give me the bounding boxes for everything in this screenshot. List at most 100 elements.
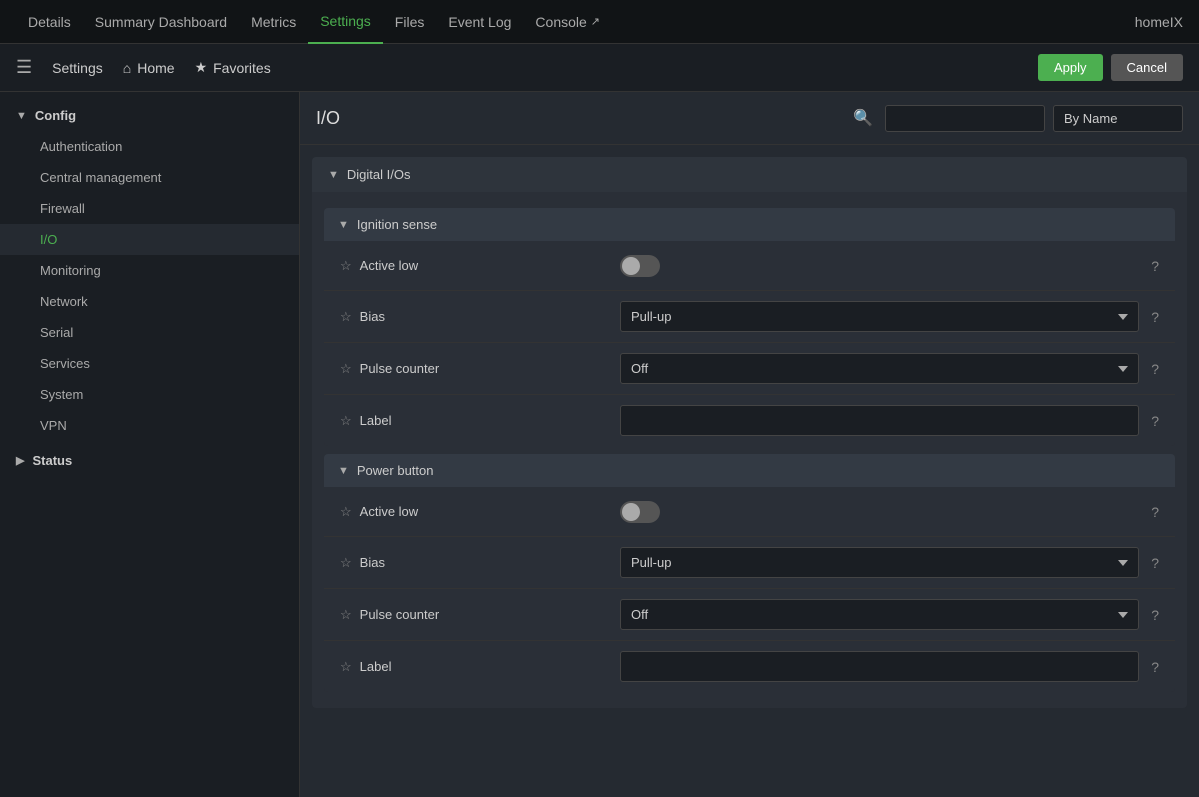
home-button[interactable]: ⌂ Home [123, 60, 175, 76]
search-input[interactable] [885, 105, 1045, 132]
power-button-header[interactable]: ▼ Power button [324, 454, 1175, 487]
external-link-icon: ↗ [591, 15, 600, 28]
nav-summary-dashboard[interactable]: Summary Dashboard [83, 0, 239, 44]
ignition-bias-star-icon[interactable]: ☆ [340, 309, 352, 325]
ignition-sense-body: ☆ Active low ? ☆ Bias [324, 241, 1175, 446]
digital-ios-section: ▼ Digital I/Os ▼ Ignition sense ☆ [312, 157, 1187, 708]
power-pulse-select[interactable]: Off On [620, 599, 1139, 630]
ignition-sense-header[interactable]: ▼ Ignition sense [324, 208, 1175, 241]
power-button-label: Power button [357, 463, 434, 478]
power-bias-label: ☆ Bias [340, 555, 620, 571]
status-section-header[interactable]: ▶ Status [0, 445, 299, 476]
ignition-label-input[interactable] [620, 405, 1139, 436]
sidebar-item-vpn[interactable]: VPN [0, 410, 299, 441]
power-label-star-icon[interactable]: ☆ [340, 659, 352, 675]
power-active-low-row: ☆ Active low ? [324, 487, 1175, 537]
ignition-active-low-help-icon[interactable]: ? [1151, 258, 1159, 274]
power-active-low-toggle[interactable] [620, 501, 660, 523]
power-pulse-star-icon[interactable]: ☆ [340, 607, 352, 623]
cancel-button[interactable]: Cancel [1111, 54, 1183, 81]
power-bias-control: Pull-up Pull-down None [620, 547, 1139, 578]
power-active-low-label: ☆ Active low [340, 504, 620, 520]
power-bias-help-icon[interactable]: ? [1151, 555, 1159, 571]
sidebar-item-serial[interactable]: Serial [0, 317, 299, 348]
config-section: ▼ Config Authentication Central manageme… [0, 100, 299, 441]
ignition-bias-help-icon[interactable]: ? [1151, 309, 1159, 325]
ignition-active-low-toggle[interactable] [620, 255, 660, 277]
toolbar-right: Apply Cancel [1038, 54, 1183, 81]
config-arrow-icon: ▼ [16, 110, 27, 122]
ignition-pulse-help-icon[interactable]: ? [1151, 361, 1159, 377]
digital-ios-header[interactable]: ▼ Digital I/Os [312, 157, 1187, 192]
search-button[interactable]: 🔍 [849, 104, 877, 132]
home-icon: ⌂ [123, 60, 131, 76]
ignition-label-row: ☆ Label ? [324, 395, 1175, 446]
ignition-active-low-row: ☆ Active low ? [324, 241, 1175, 291]
apply-button[interactable]: Apply [1038, 54, 1103, 81]
ignition-active-low-star-icon[interactable]: ☆ [340, 258, 352, 274]
content-area: I/O 🔍 By Name By Type ▼ Digital I/Os [300, 92, 1199, 797]
sort-select[interactable]: By Name By Type [1053, 105, 1183, 132]
ignition-pulse-star-icon[interactable]: ☆ [340, 361, 352, 377]
nav-details[interactable]: Details [16, 0, 83, 44]
search-bar: 🔍 By Name By Type [849, 104, 1183, 132]
power-active-low-star-icon[interactable]: ☆ [340, 504, 352, 520]
power-bias-star-icon[interactable]: ☆ [340, 555, 352, 571]
nav-event-log[interactable]: Event Log [436, 0, 523, 44]
config-section-header[interactable]: ▼ Config [0, 100, 299, 131]
power-bias-select[interactable]: Pull-up Pull-down None [620, 547, 1139, 578]
ignition-bias-select[interactable]: Pull-up Pull-down None [620, 301, 1139, 332]
nav-metrics[interactable]: Metrics [239, 0, 308, 44]
power-label-control [620, 651, 1139, 682]
settings-text: Settings [52, 60, 103, 76]
power-label-text: Label [360, 659, 392, 674]
ignition-label-text: Label [360, 413, 392, 428]
ignition-pulse-control: Off On [620, 353, 1139, 384]
ignition-label-help-icon[interactable]: ? [1151, 413, 1159, 429]
nav-settings[interactable]: Settings [308, 0, 383, 44]
power-label-label: ☆ Label [340, 659, 620, 675]
top-nav: Details Summary Dashboard Metrics Settin… [0, 0, 1199, 44]
sidebar-item-system[interactable]: System [0, 379, 299, 410]
toolbar-settings-label[interactable]: Settings [52, 60, 103, 76]
power-pulse-counter-label: ☆ Pulse counter [340, 607, 620, 623]
nav-console[interactable]: Console ↗ [523, 0, 612, 44]
sidebar-item-firewall[interactable]: Firewall [0, 193, 299, 224]
power-pulse-counter-row: ☆ Pulse counter Off On ? [324, 589, 1175, 641]
sidebar-item-network[interactable]: Network [0, 286, 299, 317]
ignition-bias-text: Bias [360, 309, 385, 324]
ignition-active-low-text: Active low [360, 258, 419, 273]
config-label: Config [35, 108, 76, 123]
hamburger-icon[interactable]: ☰ [16, 57, 32, 78]
power-bias-row: ☆ Bias Pull-up Pull-down None ? [324, 537, 1175, 589]
digital-ios-label: Digital I/Os [347, 167, 411, 182]
power-active-low-help-icon[interactable]: ? [1151, 504, 1159, 520]
ignition-bias-control: Pull-up Pull-down None [620, 301, 1139, 332]
power-button-body: ☆ Active low ? ☆ Bias [324, 487, 1175, 692]
power-pulse-help-icon[interactable]: ? [1151, 607, 1159, 623]
power-active-low-control [620, 501, 1139, 523]
config-items: Authentication Central management Firewa… [0, 131, 299, 441]
ignition-active-low-control [620, 255, 1139, 277]
home-label: Home [137, 60, 174, 76]
hostname: homeIX [1135, 14, 1183, 30]
sidebar-item-authentication[interactable]: Authentication [0, 131, 299, 162]
ignition-bias-label: ☆ Bias [340, 309, 620, 325]
power-label-input[interactable] [620, 651, 1139, 682]
ignition-label-control [620, 405, 1139, 436]
ignition-pulse-text: Pulse counter [360, 361, 440, 376]
power-label-help-icon[interactable]: ? [1151, 659, 1159, 675]
sidebar-item-central-management[interactable]: Central management [0, 162, 299, 193]
ignition-pulse-select[interactable]: Off On [620, 353, 1139, 384]
toolbar: ☰ Settings ⌂ Home ★ Favorites Apply Canc… [0, 44, 1199, 92]
power-pulse-text: Pulse counter [360, 607, 440, 622]
ignition-sense-label: Ignition sense [357, 217, 437, 232]
favorites-button[interactable]: ★ Favorites [195, 59, 271, 76]
ignition-label-star-icon[interactable]: ☆ [340, 413, 352, 429]
sidebar-item-services[interactable]: Services [0, 348, 299, 379]
sidebar-item-io[interactable]: I/O [0, 224, 299, 255]
sidebar: ▼ Config Authentication Central manageme… [0, 92, 300, 797]
sidebar-item-monitoring[interactable]: Monitoring [0, 255, 299, 286]
nav-files[interactable]: Files [383, 0, 437, 44]
status-label: Status [32, 453, 72, 468]
